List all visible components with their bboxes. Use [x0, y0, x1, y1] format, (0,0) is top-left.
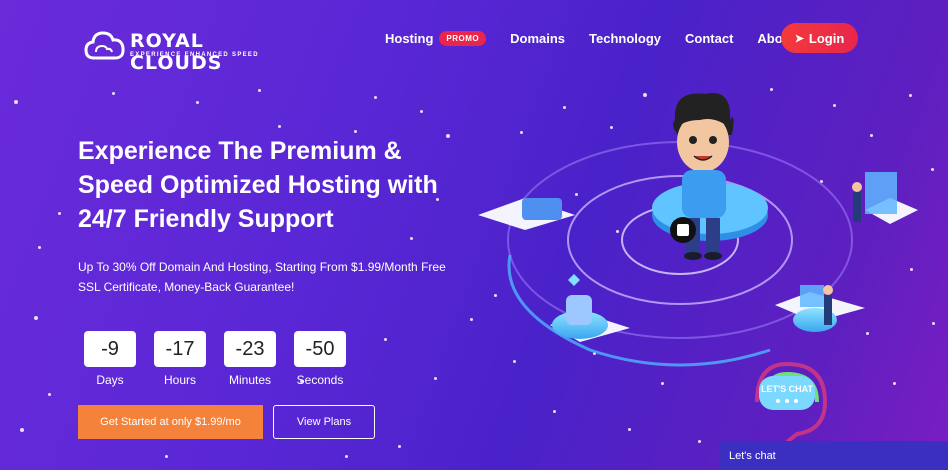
nav-item-label: Hosting [385, 31, 434, 46]
hero-illustration [478, 93, 918, 367]
countdown-label: Seconds [296, 373, 344, 387]
nav-item-label: Domains [510, 31, 566, 46]
login-label: Login [808, 30, 845, 46]
nav-item-domains[interactable]: Domains [510, 31, 565, 46]
server-cloud-icon [478, 198, 630, 342]
analytics-person-icon [775, 172, 918, 332]
countdown-value: -50 [294, 331, 346, 367]
chat-bar-label: Let's chat [729, 449, 776, 462]
main-nav: Hosting PROMO Domains Technology Contact… [385, 31, 819, 46]
nav-item-label: Technology [589, 31, 662, 46]
nav-item-hosting[interactable]: Hosting PROMO [385, 31, 487, 46]
countdown-label: Hours [163, 373, 196, 387]
nav-item-contact[interactable]: Contact [685, 31, 733, 46]
chat-bubble-label: LET'S CHAT [761, 384, 813, 394]
login-icon: ➤ [794, 32, 804, 45]
countdown-label: Minutes [228, 373, 272, 387]
hero-headline: Experience The Premium & Speed Optimized… [78, 137, 438, 233]
countdown-days: -9 Days [84, 331, 136, 387]
nav-item-label: Contact [685, 31, 734, 46]
view-plans-button[interactable]: View Plans [273, 405, 375, 439]
countdown-minutes: -23 Minutes [224, 331, 276, 387]
countdown-value: -9 [84, 331, 136, 367]
cloud-logo-icon [84, 31, 125, 60]
countdown-hours: -17 Hours [154, 331, 206, 387]
countdown-timer: -9 Days -17 Hours -23 Minutes -50 Second… [84, 331, 364, 387]
lets-chat-widget[interactable]: LET'S CHAT [747, 362, 827, 442]
brand-tagline: EXPERIENCE ENHANCED SPEED [130, 52, 259, 58]
countdown-value: -17 [154, 331, 206, 367]
promo-badge: PROMO [439, 31, 487, 46]
get-started-button[interactable]: Get Started at only $1.99/mo [78, 405, 263, 439]
hero-subtext: Up To 30% Off Domain And Hosting, Starti… [78, 260, 446, 294]
countdown-label: Days [96, 373, 124, 387]
brand-logo[interactable]: ROYAL CLOUDS EXPERIENCE ENHANCED SPEED [84, 26, 264, 74]
live-chat-bar[interactable]: Let's chat [719, 441, 948, 470]
countdown-seconds: -50 Seconds [294, 331, 346, 387]
login-button[interactable]: ➤ Login [781, 23, 858, 53]
nav-item-technology[interactable]: Technology [589, 31, 661, 46]
countdown-value: -23 [224, 331, 276, 367]
